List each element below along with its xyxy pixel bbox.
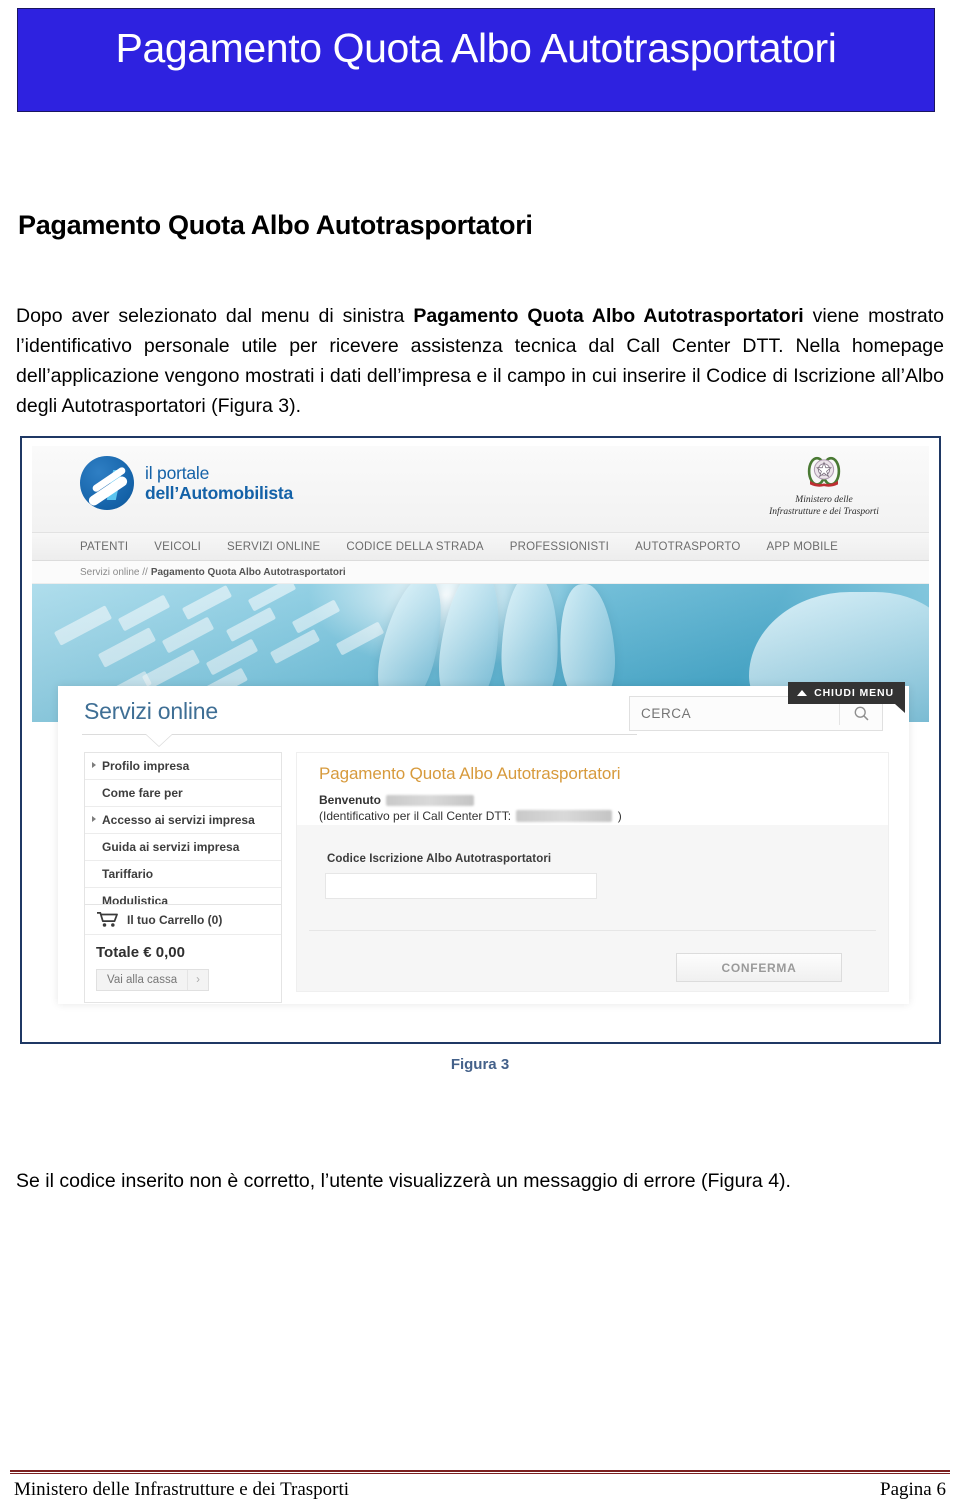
- search-button[interactable]: [840, 705, 882, 722]
- redacted-user-name: [386, 795, 475, 806]
- form-title: Pagamento Quota Albo Autotrasportatori: [319, 764, 621, 783]
- error-paragraph: Se il codice inserito non è corretto, l’…: [16, 1169, 791, 1192]
- ministry-emblem-block: Ministero delle Infrastrutture e dei Tra…: [759, 452, 889, 518]
- intro-text-part1: Dopo aver selezionato dal menu di sinist…: [16, 304, 414, 327]
- payment-form-panel: Pagamento Quota Albo Autotrasportatori B…: [296, 752, 889, 992]
- page-title-banner: Pagamento Quota Albo Autotrasportatori: [17, 8, 935, 112]
- nav-item-patenti[interactable]: PATENTI: [80, 541, 128, 553]
- sidebar-item-label: Profilo impresa: [102, 759, 190, 773]
- breadcrumb-current: Pagamento Quota Albo Autotrasportatori: [150, 566, 346, 578]
- logo-line-2: dell’Automobilista: [145, 483, 294, 503]
- search-icon: [854, 706, 869, 721]
- page-footer: Ministero delle Infrastrutture e dei Tra…: [14, 1479, 946, 1501]
- checkout-label: Vai alla cassa: [107, 974, 178, 986]
- portal-logo-text: il portale dell’Automobilista: [145, 463, 293, 503]
- identifier-prefix: (Identificativo per il Call Center DTT:: [319, 809, 512, 823]
- sidebar-item-profilo-impresa[interactable]: Profilo impresa: [85, 753, 281, 780]
- chiudi-menu-button[interactable]: CHIUDI MENU: [788, 682, 905, 704]
- redacted-identifier: [516, 810, 613, 822]
- identifier-line: (Identificativo per il Call Center DTT: …: [319, 808, 888, 824]
- cart-widget: Il tuo Carrello (0) Totale € 0,00 Vai al…: [84, 904, 282, 1003]
- figure-3-screenshot: il portale dell’Automobilista Ministero …: [20, 436, 941, 1044]
- nav-item-veicoli[interactable]: VEICOLI: [154, 541, 201, 553]
- shopping-cart-icon: [97, 912, 118, 927]
- sidebar-item-label: Accesso ai servizi impresa: [102, 813, 255, 827]
- banner-title: Pagamento Quota Albo Autotrasportatori: [115, 25, 837, 71]
- checkout-button[interactable]: Vai alla cassa ›: [96, 969, 209, 991]
- chevron-right-icon: ›: [187, 970, 208, 990]
- portal-content: Servizi online CERCA Profilo impresa Com…: [32, 686, 929, 1010]
- emblem-caption-line2: Infrastrutture e dei Trasporti: [769, 507, 879, 517]
- cart-body: Totale € 0,00 Vai alla cassa ›: [85, 935, 281, 1002]
- intro-text-bold: Pagamento Quota Albo Autotrasportatori: [413, 304, 804, 327]
- chevron-up-icon: [797, 690, 808, 696]
- sidebar-menu: Profilo impresa Come fare per Accesso ai…: [84, 752, 282, 915]
- portal-logo[interactable]: il portale dell’Automobilista: [80, 456, 293, 510]
- footer-page-number: Pagina 6: [880, 1479, 946, 1500]
- welcome-line: Benvenuto: [319, 792, 888, 808]
- form-divider: [309, 930, 876, 931]
- cart-total: Totale € 0,00: [96, 944, 185, 961]
- sidebar-item-come-fare-per[interactable]: Come fare per: [85, 780, 281, 807]
- chevron-right-icon: [92, 816, 96, 822]
- footer-divider: [10, 1470, 950, 1474]
- codice-iscrizione-input[interactable]: [325, 873, 597, 899]
- nav-item-codice-della-strada[interactable]: CODICE DELLA STRADA: [346, 541, 483, 553]
- breadcrumb-root[interactable]: Servizi online //: [80, 567, 148, 578]
- section-title: Servizi online: [84, 698, 218, 724]
- footer-left-text: Ministero delle Infrastrutture e dei Tra…: [14, 1479, 350, 1500]
- identifier-suffix: ): [617, 809, 622, 823]
- portal-screenshot: il portale dell’Automobilista Ministero …: [32, 446, 929, 1032]
- portal-main-nav: PATENTI VEICOLI SERVIZI ONLINE CODICE DE…: [32, 533, 929, 561]
- sidebar-item-tariffario[interactable]: Tariffario: [85, 861, 281, 888]
- conferma-button[interactable]: CONFERMA: [676, 953, 842, 982]
- intro-paragraph: Dopo aver selezionato dal menu di sinist…: [16, 301, 944, 421]
- search-input[interactable]: [630, 705, 839, 722]
- form-fields-area: Codice Iscrizione Albo Autotrasportatori…: [297, 825, 888, 991]
- nav-item-autotrasporto[interactable]: AUTOTRASPORTO: [635, 541, 740, 553]
- chevron-right-icon: [92, 762, 96, 768]
- sidebar-item-label: Come fare per: [102, 786, 183, 800]
- sidebar-item-label: Tariffario: [102, 867, 154, 881]
- page-title: Pagamento Quota Albo Autotrasportatori: [18, 210, 533, 240]
- section-notch: [146, 734, 172, 746]
- nav-item-professionisti[interactable]: PROFESSIONISTI: [510, 541, 609, 553]
- portal-header: il portale dell’Automobilista Ministero …: [32, 446, 929, 533]
- sidebar-item-guida-ai-servizi-impresa[interactable]: Guida ai servizi impresa: [85, 834, 281, 861]
- emblem-caption-line1: Ministero delle: [795, 495, 853, 505]
- breadcrumb: Servizi online // Pagamento Quota Albo A…: [32, 561, 929, 584]
- sidebar-item-accesso-ai-servizi-impresa[interactable]: Accesso ai servizi impresa: [85, 807, 281, 834]
- codice-iscrizione-label: Codice Iscrizione Albo Autotrasportatori: [327, 853, 552, 865]
- chiudi-menu-label: CHIUDI MENU: [814, 687, 894, 699]
- logo-line-1: il portale: [145, 463, 210, 483]
- nav-item-app-mobile[interactable]: APP MOBILE: [767, 541, 838, 553]
- cart-label: Il tuo Carrello (0): [127, 912, 223, 927]
- cart-header[interactable]: Il tuo Carrello (0): [85, 905, 281, 935]
- welcome-block: Benvenuto (Identificativo per il Call Ce…: [297, 784, 888, 824]
- welcome-label: Benvenuto: [319, 793, 382, 807]
- figure-caption: Figura 3: [450, 1056, 510, 1073]
- servizi-online-panel: Servizi online CERCA Profilo impresa Com…: [58, 686, 909, 1004]
- automobilista-logo-icon: [80, 456, 134, 510]
- nav-item-servizi-online[interactable]: SERVIZI ONLINE: [227, 541, 320, 553]
- sidebar-item-label: Guida ai servizi impresa: [102, 840, 240, 854]
- italian-republic-emblem-icon: [807, 456, 841, 487]
